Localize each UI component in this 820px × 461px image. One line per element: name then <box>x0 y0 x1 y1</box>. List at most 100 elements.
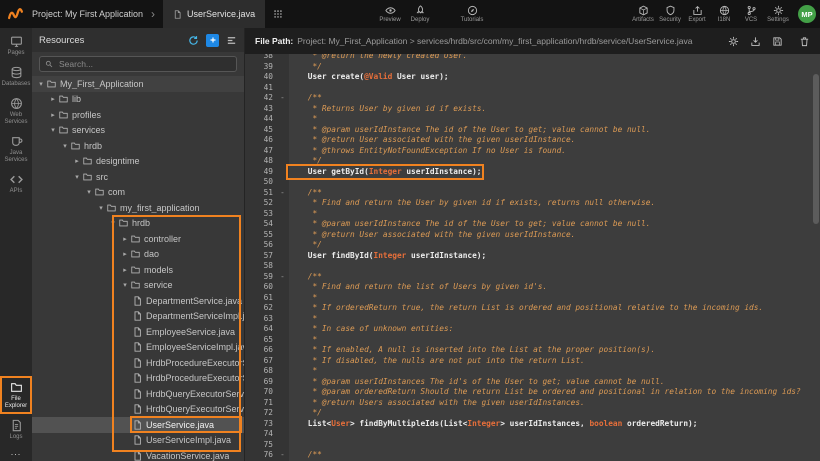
chevron-right-icon[interactable]: ▸ <box>48 95 58 103</box>
chevron-down-icon[interactable]: ▾ <box>84 188 94 196</box>
add-resource-button[interactable] <box>206 34 219 47</box>
code-line[interactable]: 57 User findById(Integer userIdInstance)… <box>245 251 820 262</box>
code-line[interactable]: 50 <box>245 177 820 188</box>
code-line[interactable]: 68 * <box>245 366 820 377</box>
code-line[interactable]: 71 * @return Users associated with the g… <box>245 398 820 409</box>
code-line[interactable]: 65 * <box>245 335 820 346</box>
sidebar-item-pages[interactable]: Pages <box>0 30 32 61</box>
chevron-right-icon[interactable]: ▸ <box>120 250 130 258</box>
fold-marker-icon[interactable]: - <box>276 450 289 461</box>
sidebar-item-apis[interactable]: APIs <box>0 168 32 199</box>
tree-folder[interactable]: ▸dao <box>32 247 244 263</box>
code-line[interactable]: 66 * If enabled, A null is inserted into… <box>245 345 820 356</box>
tree-file[interactable]: UserServiceImpl.java <box>32 433 244 449</box>
code-line[interactable]: 58 <box>245 261 820 272</box>
search-box[interactable] <box>39 56 237 72</box>
tree-file[interactable]: HrdbQueryExecutorService.java <box>32 386 244 402</box>
tutorials-button[interactable]: Tutorials <box>460 5 484 23</box>
refresh-icon[interactable] <box>188 35 199 46</box>
code-line[interactable]: 43 * Returns User by given id if exists. <box>245 104 820 115</box>
code-line[interactable]: 73 List<User> findByMultipleIds(List<Int… <box>245 419 820 430</box>
tree-folder[interactable]: ▸models <box>32 262 244 278</box>
sidebar-item-java-services[interactable]: Java Services <box>0 130 32 168</box>
sidebar-item-web-services[interactable]: Web Services <box>0 92 32 130</box>
chevron-right-icon[interactable]: ▸ <box>120 235 130 243</box>
code-line[interactable]: 60 * Find and return the list of Users b… <box>245 282 820 293</box>
tree-folder[interactable]: ▾services <box>32 123 244 139</box>
sidebar-item-file-explorer[interactable]: File Explorer <box>0 376 32 414</box>
code-line[interactable]: 70 * @param orderedReturn Should the ret… <box>245 387 820 398</box>
code-line[interactable]: 56 */ <box>245 240 820 251</box>
fold-marker-icon[interactable]: - <box>276 272 289 283</box>
tree-folder[interactable]: ▸lib <box>32 92 244 108</box>
code-line[interactable]: 40 User create(@Valid User user); <box>245 72 820 83</box>
i18n-button[interactable]: I18N <box>712 5 736 23</box>
tree-folder[interactable]: ▸profiles <box>32 107 244 123</box>
code-line[interactable]: 52 * Find and return the User by given i… <box>245 198 820 209</box>
search-input[interactable] <box>57 58 231 70</box>
tree-file[interactable]: DepartmentServiceImpl.java <box>32 309 244 325</box>
code-line[interactable]: 51- /** <box>245 188 820 199</box>
editor-scrollbar[interactable] <box>813 56 819 459</box>
tree-folder[interactable]: ▾src <box>32 169 244 185</box>
code-line[interactable]: 62 * If orderedReturn true, the return L… <box>245 303 820 314</box>
wavemaker-logo-icon[interactable] <box>7 6 24 23</box>
tree-file[interactable]: HrdbProcedureExecutorService.java <box>32 355 244 371</box>
code-line[interactable]: 54 * @param userIdInstance The id of the… <box>245 219 820 230</box>
tree-file[interactable]: UserService.java <box>32 417 244 433</box>
import-icon[interactable] <box>750 36 761 47</box>
code-line[interactable]: 67 * If disabled, the nulls are not put … <box>245 356 820 367</box>
chevron-down-icon[interactable]: ▾ <box>60 142 70 150</box>
deploy-button[interactable]: Deploy <box>408 5 432 23</box>
tree-folder[interactable]: ▾com <box>32 185 244 201</box>
tree-file[interactable]: EmployeeServiceImpl.java <box>32 340 244 356</box>
code-line[interactable]: 64 * In case of unknown entities: <box>245 324 820 335</box>
tree-folder[interactable]: ▸designtime <box>32 154 244 170</box>
settings-button[interactable]: Settings <box>766 5 790 23</box>
tree-folder[interactable]: ▾hrdb <box>32 138 244 154</box>
chevron-down-icon[interactable]: ▾ <box>48 126 58 134</box>
code-line[interactable]: 45 * @param userIdInstance The id of the… <box>245 125 820 136</box>
chevron-down-icon[interactable]: ▾ <box>36 80 46 88</box>
code-line[interactable]: 59- /** <box>245 272 820 283</box>
code-line[interactable]: 49 User getById(Integer userIdInstance); <box>245 167 820 178</box>
code-line[interactable]: 48 */ <box>245 156 820 167</box>
code-line[interactable]: 53 * <box>245 209 820 220</box>
chevron-right-icon[interactable]: ▸ <box>48 111 58 119</box>
code-line[interactable]: 46 * @return User associated with the gi… <box>245 135 820 146</box>
chevron-right-icon[interactable]: ▸ <box>72 157 82 165</box>
fold-marker-icon[interactable]: - <box>276 93 289 104</box>
file-tab[interactable]: UserService.java <box>163 0 265 28</box>
code-line[interactable]: 74 <box>245 429 820 440</box>
code-line[interactable]: 38 * @return the newly created User. <box>245 54 820 62</box>
sidebar-item-databases[interactable]: Databases <box>0 61 32 92</box>
chevron-down-icon[interactable]: ▾ <box>72 173 82 181</box>
sidebar-item-logs[interactable]: Logs <box>0 414 32 445</box>
code-line[interactable]: 61 * <box>245 293 820 304</box>
settings-icon[interactable] <box>728 36 739 47</box>
code-line[interactable]: 44 * <box>245 114 820 125</box>
code-line[interactable]: 69 * @param userIdInstances The id's of … <box>245 377 820 388</box>
tree-file[interactable]: DepartmentService.java <box>32 293 244 309</box>
save-icon[interactable] <box>772 36 783 47</box>
chevron-down-icon[interactable]: ▾ <box>108 219 118 227</box>
code-line[interactable]: 47 * @throws EntityNotFoundException If … <box>245 146 820 157</box>
code-line[interactable]: 42- /** <box>245 93 820 104</box>
vcs-button[interactable]: VCS <box>739 5 763 23</box>
artifacts-button[interactable]: Artifacts <box>631 5 655 23</box>
code-line[interactable]: 41 <box>245 83 820 94</box>
collapse-all-icon[interactable] <box>226 35 237 46</box>
code-line[interactable]: 75 <box>245 440 820 451</box>
chevron-down-icon[interactable]: ▾ <box>96 204 106 212</box>
security-button[interactable]: Security <box>658 5 682 23</box>
fold-marker-icon[interactable]: - <box>276 188 289 199</box>
code-line[interactable]: 76- /** <box>245 450 820 461</box>
tree-file[interactable]: VacationService.java <box>32 448 244 461</box>
tree-folder[interactable]: ▸controller <box>32 231 244 247</box>
grid-menu-icon[interactable] <box>273 9 283 19</box>
tree-folder[interactable]: ▾My_First_Application <box>32 76 244 92</box>
tree-folder[interactable]: ▾my_first_application <box>32 200 244 216</box>
tree-folder[interactable]: ▾hrdb <box>32 216 244 232</box>
chevron-right-icon[interactable]: › <box>151 8 155 20</box>
code-editor[interactable]: 38 * @return the newly created User.39 *… <box>245 54 820 461</box>
